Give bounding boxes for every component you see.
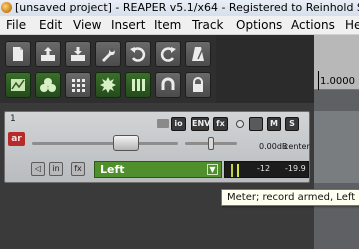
grid-snap-icon — [72, 79, 85, 92]
meter-tooltip: Meter; record armed, Left — [221, 189, 359, 206]
record-input-select[interactable]: Left ▼ — [94, 161, 222, 178]
chevron-down-icon[interactable]: ▼ — [207, 164, 218, 175]
meter-peak-left: -12 — [257, 164, 271, 173]
envelope-toggle-icon — [11, 79, 25, 91]
menu-bar: File Edit View Insert Item Track Options… — [0, 16, 359, 35]
menu-edit[interactable]: Edit — [39, 16, 62, 35]
track-lanes-button[interactable] — [125, 72, 151, 98]
ripple-edit-icon — [40, 78, 56, 92]
fx-button[interactable]: fx — [213, 117, 228, 131]
metronome-button[interactable] — [185, 41, 211, 67]
track-lanes-icon — [132, 79, 145, 91]
menu-file[interactable]: File — [6, 16, 26, 35]
new-project-icon — [13, 47, 23, 61]
envelope-button[interactable]: ENV — [191, 117, 210, 131]
track-meter[interactable]: -12 -19.9 — [224, 161, 309, 178]
volume-slider-handle[interactable] — [113, 135, 139, 151]
mute-button[interactable]: M — [267, 117, 281, 131]
open-project-button[interactable] — [35, 41, 61, 67]
project-settings-button[interactable] — [95, 41, 121, 67]
menu-options[interactable]: Options — [236, 16, 282, 35]
timeline-ruler[interactable]: 1.0000 — [314, 35, 359, 90]
edit-cursor — [318, 71, 319, 90]
track-number: 1 — [10, 114, 16, 124]
meter-tick — [231, 164, 233, 177]
envelope-toggle-button[interactable] — [5, 72, 31, 98]
redo-icon — [160, 47, 176, 62]
undo-button[interactable] — [125, 41, 151, 67]
menu-insert[interactable]: Insert — [111, 16, 145, 35]
new-project-button[interactable] — [5, 41, 31, 67]
arrange-view[interactable]: 1.0000 — [314, 35, 359, 249]
title-bar: [unsaved project] - REAPER v5.1/x64 - Re… — [0, 0, 359, 16]
record-input-label: Left — [100, 163, 125, 176]
folder-icon[interactable] — [157, 119, 169, 128]
menu-track[interactable]: Track — [192, 16, 223, 35]
menu-view[interactable]: View — [73, 16, 101, 35]
menu-actions[interactable]: Actions — [291, 16, 335, 35]
fx-small-button[interactable]: fx — [71, 162, 85, 176]
record-arm-button[interactable]: ar — [8, 132, 25, 146]
save-project-button[interactable] — [65, 41, 91, 67]
loop-button[interactable] — [155, 72, 181, 98]
track-control-panel: 1 ar io ENV fx M S 0.00dB center ◁ in fx… — [0, 103, 314, 249]
item-grouping-button[interactable] — [95, 72, 121, 98]
meter-peak-right: -19.9 — [285, 164, 306, 173]
grid-snap-button[interactable] — [65, 72, 91, 98]
pan-slider-handle[interactable] — [208, 137, 214, 150]
meter-tick — [237, 164, 239, 177]
phase-toggle[interactable] — [236, 120, 244, 128]
track-1[interactable]: 1 ar io ENV fx M S 0.00dB center ◁ in fx… — [4, 111, 310, 183]
undo-icon — [130, 47, 146, 62]
io-button[interactable]: io — [171, 117, 186, 131]
main-toolbar — [0, 35, 216, 103]
item-grouping-icon — [100, 77, 116, 93]
save-project-icon — [71, 47, 85, 61]
input-button[interactable]: in — [49, 162, 63, 176]
reaper-app-icon — [1, 2, 12, 13]
window-title: [unsaved project] - REAPER v5.1/x64 - Re… — [15, 1, 359, 14]
ripple-edit-button[interactable] — [35, 72, 61, 98]
monitor-button[interactable]: ◁ — [31, 162, 45, 176]
lock-icon — [193, 77, 203, 92]
open-project-icon — [41, 47, 55, 61]
volume-slider-track[interactable] — [32, 142, 178, 145]
metronome-icon — [192, 47, 204, 61]
loop-icon — [161, 77, 175, 90]
record-mode-button[interactable] — [249, 117, 263, 131]
pan-readout: center — [284, 142, 310, 151]
track-lane[interactable] — [314, 111, 359, 183]
menu-help[interactable]: He — [345, 16, 359, 35]
project-settings-icon — [102, 48, 115, 62]
lock-button[interactable] — [185, 72, 211, 98]
ruler-position-label: 1.0000 — [320, 76, 355, 87]
menu-item[interactable]: Item — [154, 16, 181, 35]
solo-button[interactable]: S — [285, 117, 299, 131]
redo-button[interactable] — [155, 41, 181, 67]
